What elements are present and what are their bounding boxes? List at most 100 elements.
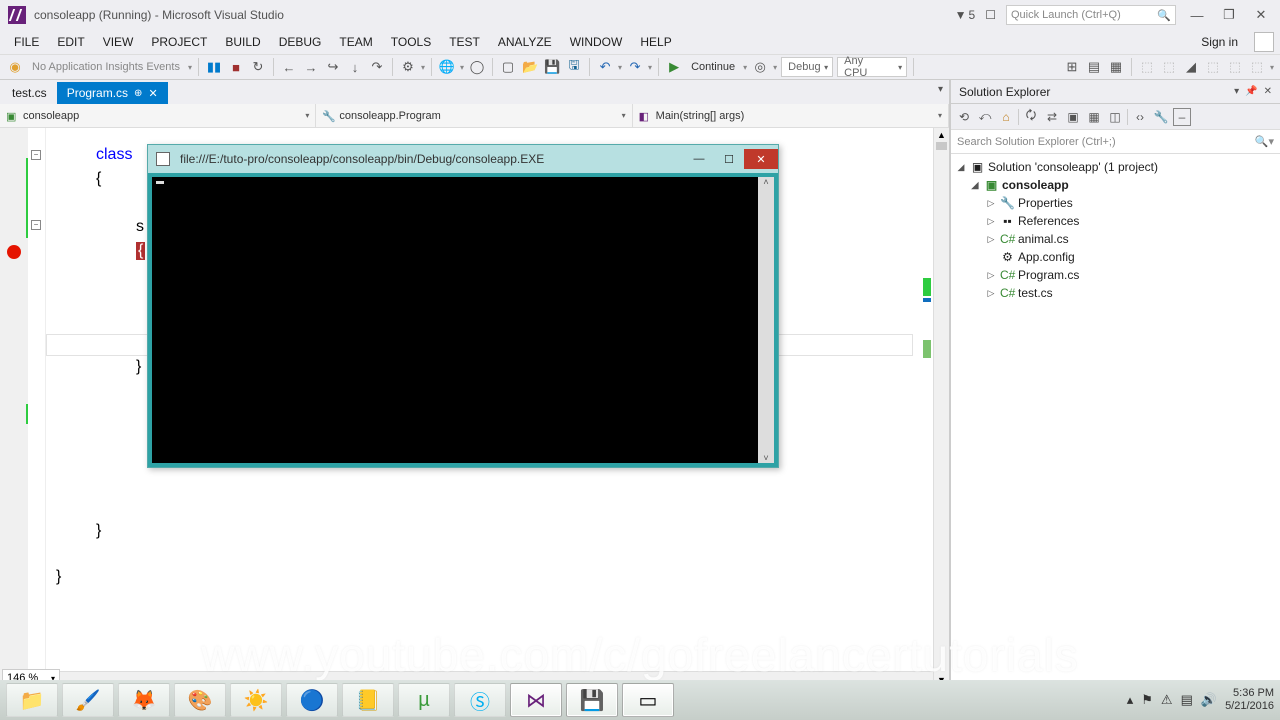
tab-test-cs[interactable]: test.cs [2, 82, 57, 104]
console-scrollbar[interactable]: ˄˅ [758, 177, 774, 463]
tb-icon-f[interactable]: ⬚ [1204, 58, 1222, 76]
menu-view[interactable]: VIEW [95, 33, 142, 51]
tree-project[interactable]: ◢▣consoleapp [951, 176, 1280, 194]
breakpoint-gutter[interactable] [0, 128, 28, 687]
config-target-icon[interactable]: ◎ [751, 58, 769, 76]
sol-home2-icon[interactable]: ⌂ [997, 108, 1015, 126]
panel-pin-icon[interactable]: 📌 [1245, 86, 1257, 97]
tree-app-config[interactable]: ⚙App.config [951, 248, 1280, 266]
config-dropdown[interactable]: Debug [781, 57, 833, 77]
task-paint[interactable]: 🖌️ [62, 683, 114, 717]
task-app-a[interactable]: 🎨 [174, 683, 226, 717]
open-button[interactable]: 📂 [521, 58, 539, 76]
task-console[interactable]: ▭ [622, 683, 674, 717]
tb-icon-h[interactable]: ⬚ [1248, 58, 1266, 76]
nav-fwd-button[interactable]: → [302, 58, 320, 76]
browser-button[interactable]: 🌐 [438, 58, 456, 76]
breakpoint-icon[interactable] [7, 245, 21, 259]
hex-button[interactable]: ⚙ [399, 58, 417, 76]
notifications-flag[interactable]: ▼5 [955, 8, 976, 22]
tree-test-cs[interactable]: ▷C#test.cs [951, 284, 1280, 302]
sign-in-link[interactable]: Sign in [1201, 35, 1246, 49]
continue-button[interactable]: Continue [687, 59, 739, 75]
fold-gutter[interactable]: − − [28, 128, 46, 687]
bookmark-icon[interactable]: ◢ [1182, 58, 1200, 76]
tray-action-icon[interactable]: ▤ [1181, 692, 1193, 708]
platform-dropdown[interactable]: Any CPU [837, 57, 907, 77]
tray-clock[interactable]: 5:36 PM 5/21/2016 [1225, 687, 1274, 713]
quick-launch-input[interactable]: Quick Launch (Ctrl+Q)🔍 [1006, 5, 1176, 25]
insights-icon[interactable]: ◉ [6, 58, 24, 76]
menu-project[interactable]: PROJECT [143, 33, 215, 51]
sol-showall-icon[interactable]: ▦ [1085, 108, 1103, 126]
menu-edit[interactable]: EDIT [49, 33, 92, 51]
tb-icon-c[interactable]: ▦ [1107, 58, 1125, 76]
sol-prop-icon[interactable]: 🔧 [1152, 108, 1170, 126]
console-maximize-button[interactable]: ☐ [714, 149, 744, 169]
tb-icon-g[interactable]: ⬚ [1226, 58, 1244, 76]
menu-team[interactable]: TEAM [331, 33, 380, 51]
nav-class[interactable]: 🔧consoleapp.Program [316, 104, 632, 127]
restore-button[interactable]: ❐ [1218, 5, 1240, 25]
panel-close-icon[interactable]: ✕ [1264, 86, 1272, 97]
tb-icon-d[interactable]: ⬚ [1138, 58, 1156, 76]
task-chrome[interactable]: 🔵 [286, 683, 338, 717]
tb-icon-b[interactable]: ▤ [1085, 58, 1103, 76]
tab-program-cs[interactable]: Program.cs ⊕ ✕ [57, 82, 168, 104]
menu-window[interactable]: WINDOW [562, 33, 631, 51]
save-button[interactable]: 💾 [543, 58, 561, 76]
nav-scope[interactable]: ▣consoleapp [0, 104, 316, 127]
tree-properties[interactable]: ▷🔧Properties [951, 194, 1280, 212]
tree-animal-cs[interactable]: ▷C#animal.cs [951, 230, 1280, 248]
task-app-b[interactable]: ☀️ [230, 683, 282, 717]
step-into-button[interactable]: ↓ [346, 58, 364, 76]
tree-references[interactable]: ▷▪▪References [951, 212, 1280, 230]
tb-icon-a[interactable]: ⊞ [1063, 58, 1081, 76]
continue-play-icon[interactable]: ▶ [665, 58, 683, 76]
sol-collapse-icon[interactable]: ▣ [1064, 108, 1082, 126]
menu-help[interactable]: HELP [632, 33, 679, 51]
tree-solution-root[interactable]: ◢▣Solution 'consoleapp' (1 project) [951, 158, 1280, 176]
task-firefox[interactable]: 🦊 [118, 683, 170, 717]
sol-refresh-icon[interactable]: 🗘 [1022, 108, 1040, 126]
pin-icon[interactable]: ⊕ [134, 88, 142, 99]
panel-menu-icon[interactable]: ▾ [1234, 86, 1239, 97]
vertical-scrollbar[interactable]: ▲ ▼ [933, 128, 949, 687]
task-visual-studio[interactable]: ⋈ [510, 683, 562, 717]
menu-tools[interactable]: TOOLS [383, 33, 439, 51]
close-tab-icon[interactable]: ✕ [148, 87, 157, 100]
show-next-button[interactable]: ↪ [324, 58, 342, 76]
task-app-c[interactable]: 💾 [566, 683, 618, 717]
feedback-icon[interactable]: ☐ [985, 8, 996, 22]
tray-flag-icon[interactable]: ⚑ [1141, 692, 1153, 708]
step-over-button[interactable]: ↷ [368, 58, 386, 76]
menu-debug[interactable]: DEBUG [271, 33, 330, 51]
undo-button[interactable]: ↶ [596, 58, 614, 76]
sol-preview-icon[interactable]: ◫ [1106, 108, 1124, 126]
task-notes[interactable]: 📒 [342, 683, 394, 717]
insights-dropdown[interactable]: No Application Insights Events [28, 59, 184, 75]
redo-button[interactable]: ↷ [626, 58, 644, 76]
menu-test[interactable]: TEST [441, 33, 488, 51]
restart-button[interactable]: ↻ [249, 58, 267, 76]
sol-back-icon[interactable]: ⤺ [976, 108, 994, 126]
close-button[interactable]: ✕ [1250, 5, 1272, 25]
task-explorer[interactable]: 📁 [6, 683, 58, 717]
console-minimize-button[interactable]: — [684, 149, 714, 169]
console-titlebar[interactable]: file:///E:/tuto-pro/consoleapp/consoleap… [148, 145, 778, 173]
sol-code-icon[interactable]: ‹› [1131, 108, 1149, 126]
console-window[interactable]: file:///E:/tuto-pro/consoleapp/consoleap… [147, 144, 779, 468]
nav-member[interactable]: ◧Main(string[] args) [633, 104, 949, 127]
avatar-icon[interactable] [1254, 32, 1274, 52]
sol-view-icon[interactable]: ‒ [1173, 108, 1191, 126]
solution-search-input[interactable]: Search Solution Explorer (Ctrl+;) 🔍▾ [951, 130, 1280, 154]
overview-ruler[interactable] [923, 128, 931, 687]
tray-arrow-icon[interactable]: ▴ [1127, 692, 1134, 708]
save-all-button[interactable]: 🖫 [565, 58, 583, 76]
stop2-button[interactable]: ◯ [468, 58, 486, 76]
fold-toggle[interactable]: − [31, 150, 41, 160]
menu-analyze[interactable]: ANALYZE [490, 33, 560, 51]
menu-build[interactable]: BUILD [217, 33, 268, 51]
tree-program-cs[interactable]: ▷C#Program.cs [951, 266, 1280, 284]
task-utorrent[interactable]: µ [398, 683, 450, 717]
